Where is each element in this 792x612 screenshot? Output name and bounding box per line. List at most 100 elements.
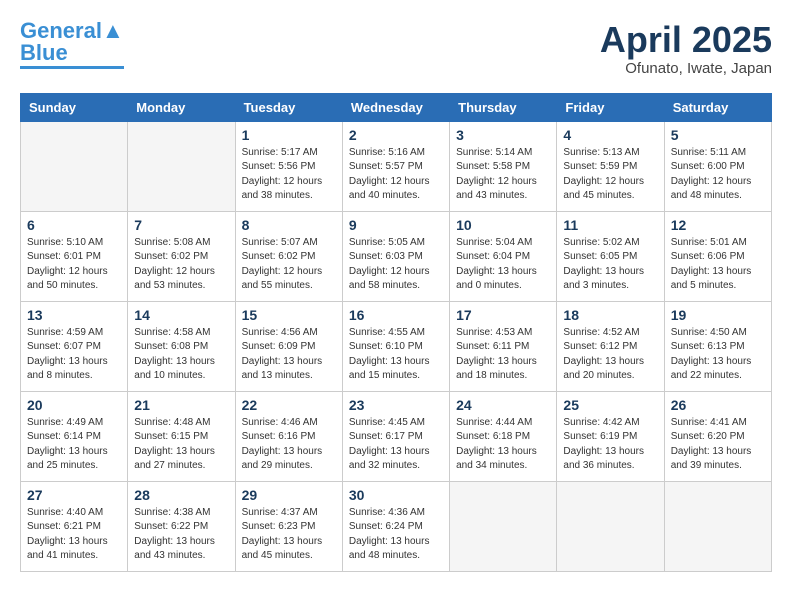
day-number: 3 bbox=[456, 127, 550, 143]
calendar-cell: 17 Sunrise: 4:53 AM Sunset: 6:11 PM Dayli… bbox=[450, 301, 557, 391]
day-info: Sunrise: 5:07 AM Sunset: 6:02 PM Dayligh… bbox=[242, 236, 336, 294]
calendar-cell: 9 Sunrise: 5:05 AM Sunset: 6:03 PM Daylig… bbox=[342, 211, 449, 301]
day-number: 16 bbox=[349, 307, 443, 323]
calendar-cell: 21 Sunrise: 4:48 AM Sunset: 6:15 PM Dayli… bbox=[128, 391, 235, 481]
column-header-tuesday: Tuesday bbox=[235, 93, 342, 121]
day-number: 22 bbox=[242, 397, 336, 413]
calendar-cell: 29 Sunrise: 4:37 AM Sunset: 6:23 PM Dayli… bbox=[235, 481, 342, 571]
day-info: Sunrise: 4:53 AM Sunset: 6:11 PM Dayligh… bbox=[456, 326, 550, 384]
day-info: Sunrise: 5:16 AM Sunset: 5:57 PM Dayligh… bbox=[349, 146, 443, 204]
day-info: Sunrise: 4:42 AM Sunset: 6:19 PM Dayligh… bbox=[563, 416, 657, 474]
day-info: Sunrise: 5:04 AM Sunset: 6:04 PM Dayligh… bbox=[456, 236, 550, 294]
day-number: 17 bbox=[456, 307, 550, 323]
day-info: Sunrise: 5:05 AM Sunset: 6:03 PM Dayligh… bbox=[349, 236, 443, 294]
day-info: Sunrise: 5:13 AM Sunset: 5:59 PM Dayligh… bbox=[563, 146, 657, 204]
title-block: April 2025 Ofunato, Iwate, Japan bbox=[600, 20, 772, 77]
calendar-cell bbox=[128, 121, 235, 211]
calendar-cell: 25 Sunrise: 4:42 AM Sunset: 6:19 PM Dayli… bbox=[557, 391, 664, 481]
day-number: 20 bbox=[27, 397, 121, 413]
calendar-cell: 8Sunrise: 5:07 AM Sunset: 6:02 PM Daylig… bbox=[235, 211, 342, 301]
day-number: 18 bbox=[563, 307, 657, 323]
day-info: Sunrise: 4:50 AM Sunset: 6:13 PM Dayligh… bbox=[671, 326, 765, 384]
day-info: Sunrise: 4:55 AM Sunset: 6:10 PM Dayligh… bbox=[349, 326, 443, 384]
calendar-cell: 2 Sunrise: 5:16 AM Sunset: 5:57 PM Daylig… bbox=[342, 121, 449, 211]
column-header-wednesday: Wednesday bbox=[342, 93, 449, 121]
calendar-cell: 24 Sunrise: 4:44 AM Sunset: 6:18 PM Dayli… bbox=[450, 391, 557, 481]
day-info: Sunrise: 5:01 AM Sunset: 6:06 PM Dayligh… bbox=[671, 236, 765, 294]
day-info: Sunrise: 5:14 AM Sunset: 5:58 PM Dayligh… bbox=[456, 146, 550, 204]
day-info: Sunrise: 5:10 AM Sunset: 6:01 PM Dayligh… bbox=[27, 236, 121, 294]
day-info: Sunrise: 4:36 AM Sunset: 6:24 PM Dayligh… bbox=[349, 506, 443, 564]
calendar-cell: 28 Sunrise: 4:38 AM Sunset: 6:22 PM Dayli… bbox=[128, 481, 235, 571]
page-header: General▲ Blue April 2025 Ofunato, Iwate,… bbox=[20, 20, 772, 77]
day-number: 14 bbox=[134, 307, 228, 323]
day-number: 28 bbox=[134, 487, 228, 503]
calendar-cell: 4 Sunrise: 5:13 AM Sunset: 5:59 PM Daylig… bbox=[557, 121, 664, 211]
day-number: 23 bbox=[349, 397, 443, 413]
calendar-cell: 20 Sunrise: 4:49 AM Sunset: 6:14 PM Dayli… bbox=[21, 391, 128, 481]
calendar-cell: 14 Sunrise: 4:58 AM Sunset: 6:08 PM Dayli… bbox=[128, 301, 235, 391]
day-number: 6 bbox=[27, 217, 121, 233]
logo: General▲ Blue bbox=[20, 20, 124, 69]
column-header-sunday: Sunday bbox=[21, 93, 128, 121]
day-info: Sunrise: 4:52 AM Sunset: 6:12 PM Dayligh… bbox=[563, 326, 657, 384]
logo-blue: ▲ bbox=[102, 18, 124, 43]
day-info: Sunrise: 4:49 AM Sunset: 6:14 PM Dayligh… bbox=[27, 416, 121, 474]
calendar-cell: 22Sunrise: 4:46 AM Sunset: 6:16 PM Dayli… bbox=[235, 391, 342, 481]
location: Ofunato, Iwate, Japan bbox=[600, 60, 772, 77]
calendar-cell: 18 Sunrise: 4:52 AM Sunset: 6:12 PM Dayli… bbox=[557, 301, 664, 391]
column-header-saturday: Saturday bbox=[664, 93, 771, 121]
day-number: 5 bbox=[671, 127, 765, 143]
day-info: Sunrise: 4:44 AM Sunset: 6:18 PM Dayligh… bbox=[456, 416, 550, 474]
day-number: 13 bbox=[27, 307, 121, 323]
day-number: 2 bbox=[349, 127, 443, 143]
calendar-cell: 26 Sunrise: 4:41 AM Sunset: 6:20 PM Dayli… bbox=[664, 391, 771, 481]
day-number: 4 bbox=[563, 127, 657, 143]
day-info: Sunrise: 4:40 AM Sunset: 6:21 PM Dayligh… bbox=[27, 506, 121, 564]
day-info: Sunrise: 4:45 AM Sunset: 6:17 PM Dayligh… bbox=[349, 416, 443, 474]
logo-line2: Blue bbox=[20, 42, 68, 64]
day-info: Sunrise: 4:56 AM Sunset: 6:09 PM Dayligh… bbox=[242, 326, 336, 384]
day-number: 26 bbox=[671, 397, 765, 413]
day-number: 30 bbox=[349, 487, 443, 503]
calendar-cell: 6 Sunrise: 5:10 AM Sunset: 6:01 PM Daylig… bbox=[21, 211, 128, 301]
calendar-cell bbox=[664, 481, 771, 571]
day-number: 1 bbox=[242, 127, 336, 143]
calendar-table: SundayMondayTuesdayWednesdayThursdayFrid… bbox=[20, 93, 772, 572]
day-number: 12 bbox=[671, 217, 765, 233]
day-number: 29 bbox=[242, 487, 336, 503]
day-number: 21 bbox=[134, 397, 228, 413]
day-number: 11 bbox=[563, 217, 657, 233]
calendar-cell bbox=[557, 481, 664, 571]
column-header-friday: Friday bbox=[557, 93, 664, 121]
day-info: Sunrise: 4:58 AM Sunset: 6:08 PM Dayligh… bbox=[134, 326, 228, 384]
calendar-cell: 19 Sunrise: 4:50 AM Sunset: 6:13 PM Dayli… bbox=[664, 301, 771, 391]
calendar-cell: 11 Sunrise: 5:02 AM Sunset: 6:05 PM Dayli… bbox=[557, 211, 664, 301]
calendar-cell: 5 Sunrise: 5:11 AM Sunset: 6:00 PM Daylig… bbox=[664, 121, 771, 211]
calendar-cell: 13 Sunrise: 4:59 AM Sunset: 6:07 PM Dayli… bbox=[21, 301, 128, 391]
calendar-cell: 7Sunrise: 5:08 AM Sunset: 6:02 PM Daylig… bbox=[128, 211, 235, 301]
calendar-cell: 12 Sunrise: 5:01 AM Sunset: 6:06 PM Dayli… bbox=[664, 211, 771, 301]
column-header-monday: Monday bbox=[128, 93, 235, 121]
day-number: 15 bbox=[242, 307, 336, 323]
logo-text: General▲ bbox=[20, 20, 124, 42]
day-info: Sunrise: 4:38 AM Sunset: 6:22 PM Dayligh… bbox=[134, 506, 228, 564]
day-number: 25 bbox=[563, 397, 657, 413]
day-number: 19 bbox=[671, 307, 765, 323]
day-info: Sunrise: 4:37 AM Sunset: 6:23 PM Dayligh… bbox=[242, 506, 336, 564]
calendar-cell: 10Sunrise: 5:04 AM Sunset: 6:04 PM Dayli… bbox=[450, 211, 557, 301]
day-number: 24 bbox=[456, 397, 550, 413]
calendar-cell: 15 Sunrise: 4:56 AM Sunset: 6:09 PM Dayli… bbox=[235, 301, 342, 391]
day-info: Sunrise: 5:02 AM Sunset: 6:05 PM Dayligh… bbox=[563, 236, 657, 294]
day-info: Sunrise: 5:11 AM Sunset: 6:00 PM Dayligh… bbox=[671, 146, 765, 204]
calendar-cell: 16 Sunrise: 4:55 AM Sunset: 6:10 PM Dayli… bbox=[342, 301, 449, 391]
column-header-thursday: Thursday bbox=[450, 93, 557, 121]
day-info: Sunrise: 4:59 AM Sunset: 6:07 PM Dayligh… bbox=[27, 326, 121, 384]
day-number: 9 bbox=[349, 217, 443, 233]
calendar-cell: 27Sunrise: 4:40 AM Sunset: 6:21 PM Dayli… bbox=[21, 481, 128, 571]
day-info: Sunrise: 4:41 AM Sunset: 6:20 PM Dayligh… bbox=[671, 416, 765, 474]
day-info: Sunrise: 4:48 AM Sunset: 6:15 PM Dayligh… bbox=[134, 416, 228, 474]
calendar-cell: 3 Sunrise: 5:14 AM Sunset: 5:58 PM Daylig… bbox=[450, 121, 557, 211]
day-info: Sunrise: 5:17 AM Sunset: 5:56 PM Dayligh… bbox=[242, 146, 336, 204]
day-info: Sunrise: 5:08 AM Sunset: 6:02 PM Dayligh… bbox=[134, 236, 228, 294]
